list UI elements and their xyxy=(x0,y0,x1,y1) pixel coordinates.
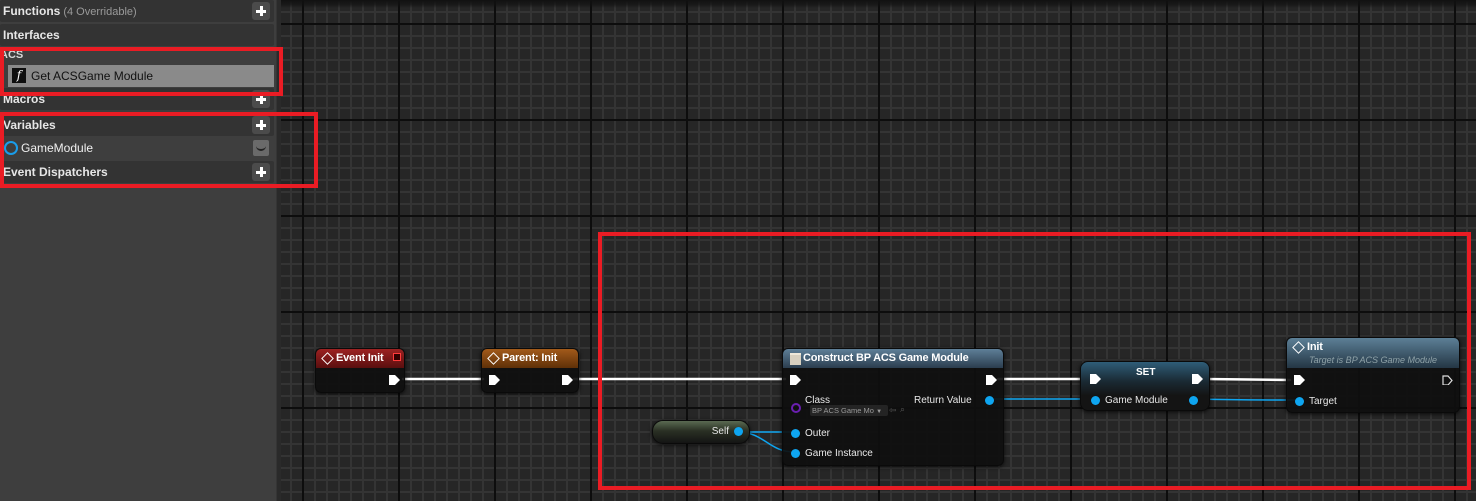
node-event-init[interactable]: Event Init xyxy=(315,348,405,393)
node-parent-init[interactable]: Parent: Init xyxy=(481,348,579,393)
highlight-box-interface xyxy=(0,47,283,96)
event-icon xyxy=(321,352,334,365)
delegate-pin-icon[interactable] xyxy=(393,353,401,361)
highlight-box-graph-nodes xyxy=(598,232,1471,490)
node-header: Parent: Init xyxy=(482,349,578,368)
function-call-icon xyxy=(487,352,500,365)
highlight-box-variables xyxy=(0,112,318,188)
node-title: Event Init xyxy=(336,352,384,364)
node-header: Event Init xyxy=(316,349,404,368)
node-title: Parent: Init xyxy=(502,352,558,364)
